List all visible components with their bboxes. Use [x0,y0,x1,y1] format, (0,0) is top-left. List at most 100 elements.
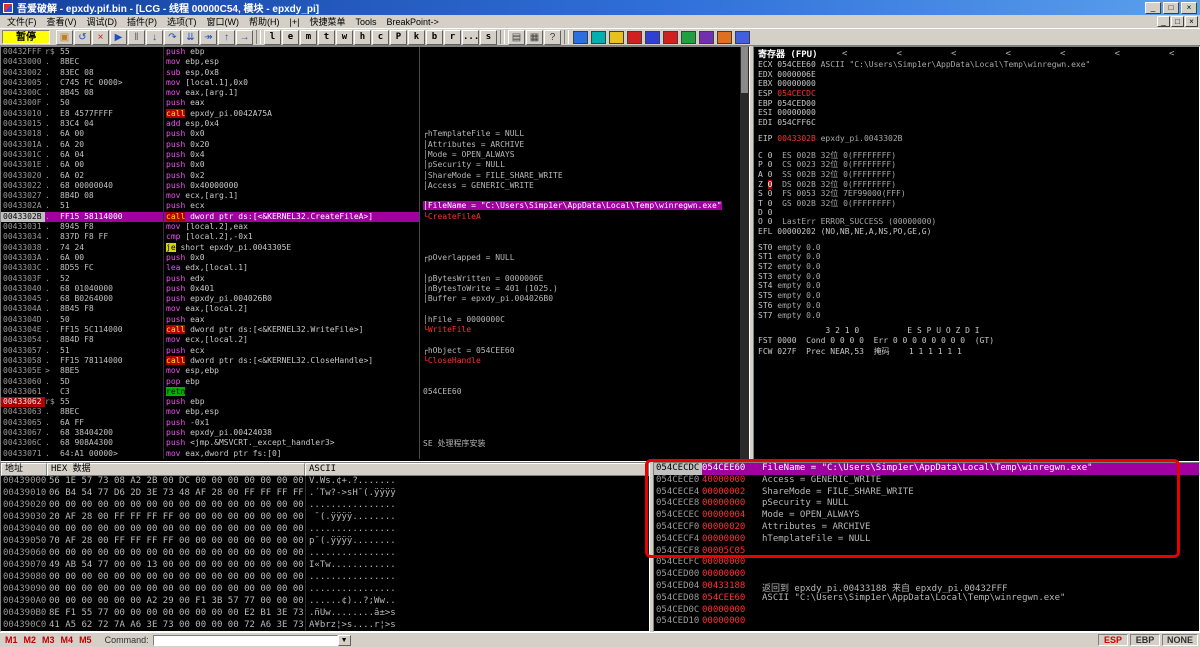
stack-pane[interactable]: 054CECDC 054CEE60 FileName = "C:\Users\Sim… [653,462,1200,632]
disasm-row[interactable]: 00433038. 74 24 je short epxdy_pi.0043305E [1,242,749,253]
register-history-button-0[interactable]: < [842,49,847,59]
letter-button-5[interactable]: h [354,29,371,45]
disasm-row[interactable]: 0043303F. 52 push edx │pBytesWritten = 0000… [1,273,749,284]
disasm-row[interactable]: 00433057. 51 push ecx ┌hObject = 054CEE60 [1,345,749,356]
letter-button-10[interactable]: r [444,29,461,45]
letter-button-8[interactable]: k [408,29,425,45]
menu-item-2[interactable]: 调试(D) [82,15,123,28]
disasm-row[interactable]: 00433002. 83EC 08 sub esp,0x8 [1,67,749,78]
step-over-icon[interactable]: ↷ [164,29,181,45]
stack-row[interactable]: 054CED04 00433188 返回到 epxdy_pi.00433188 来自… [654,581,1199,593]
plugin-icon-9[interactable] [717,30,732,44]
dump-row[interactable]: 00439050 70 AF 28 00 FF FF FF FF 00 00 00… [1,536,649,548]
dump-row[interactable]: 00439020 00 00 00 00 00 00 00 00 00 00 00… [1,500,649,512]
command-input[interactable] [152,634,338,646]
disasm-row[interactable]: 00433071. 64:A1 00000> mov eax,dword ptr f… [1,448,749,459]
flag-row-p[interactable]: P 0 CS 0023 32位 0(FFFFFFFF) [754,159,1199,169]
memory-dump-pane[interactable]: 地址 HEX 数据 ASCII 00439000 56 1E 57 73 08 A… [0,462,650,632]
disasm-row[interactable]: 00433018. 6A 00 push 0x0 ┌hTemplateFile = N… [1,129,749,140]
register-row-edi[interactable]: EDI 054CFF6C [754,118,1199,128]
disasm-row[interactable]: 00433061. C3 retn 054CEE60 [1,386,749,398]
disasm-row[interactable]: 0043302A. 51 push ecx │FileName = "C:\Users… [1,201,749,212]
disasm-row[interactable]: 00433045. 68 B0264000 push epxdy_pi.004026… [1,294,749,305]
letter-button-4[interactable]: w [336,29,353,45]
stack-row[interactable]: 054CECE4 00000002 ShareMode = FILE_SHARE_W… [654,487,1199,499]
dump-row[interactable]: 00439060 00 00 00 00 00 00 00 00 00 00 00… [1,548,649,560]
fpu-row-st6[interactable]: ST6 empty 0.0 [754,301,1199,311]
dump-row[interactable]: 00439040 00 00 00 00 00 00 00 00 00 00 00… [1,524,649,536]
menu-item-10[interactable]: BreakPoint-> [381,17,443,27]
plugin-icon-5[interactable] [645,30,660,44]
register-history-button-5[interactable]: < [1114,49,1119,59]
fpu-row-st4[interactable]: ST4 empty 0.0 [754,281,1199,291]
disasm-row[interactable]: 00433020. 6A 02 push 0x2 │ShareMode = FILE_… [1,170,749,181]
animate-into-icon[interactable]: ⇊ [182,29,199,45]
appearance-icon[interactable]: ▦ [526,29,543,45]
stack-row[interactable]: 054CECEC 00000004 Mode = OPEN_ALWAYS [654,510,1199,522]
pause-icon[interactable]: ‖ [128,29,145,45]
stack-row[interactable]: 054CED0C 00000000 [654,605,1199,617]
disasm-row[interactable]: 00433005. C745 FC 0000> mov [local.1],0x0 [1,77,749,89]
run-icon[interactable]: ▶ [110,29,127,45]
disasm-row[interactable]: 0043302B. FF15 58114000 call dword ptr ds:… [1,211,749,223]
mdi-minimize-button[interactable]: _ [1157,16,1170,27]
stack-row[interactable]: 054CECF8 00005C05 [654,546,1199,558]
memory-tab-m4[interactable]: M4 [58,635,77,645]
letter-button-6[interactable]: c [372,29,389,45]
disasm-scrollbar-thumb[interactable] [741,47,748,93]
menu-item-7[interactable]: |+| [285,17,305,27]
disasm-row[interactable]: 00433015. 83C4 04 add esp,0x4 [1,119,749,130]
register-history-button-4[interactable]: < [1060,49,1065,59]
letter-button-9[interactable]: b [426,29,443,45]
disasm-row[interactable]: 0043305E >8BE5 mov esp,ebp [1,366,749,377]
stack-row[interactable]: 054CECF4 00000000 hTemplateFile = NULL [654,534,1199,546]
flag-row-c[interactable]: C 0 ES 002B 32位 0(FFFFFFFF) [754,150,1199,160]
stack-row[interactable]: 054CECDC 054CEE60 FileName = "C:\Users\Sim… [654,463,1199,475]
register-history-button-2[interactable]: < [951,49,956,59]
disasm-row[interactable]: 00433063. 8BEC mov ebp,esp [1,407,749,418]
fpu-row-st0[interactable]: ST0 empty 0.0 [754,243,1199,253]
stack-row[interactable]: 054CED00 00000000 [654,569,1199,581]
fpu-row-st7[interactable]: ST7 empty 0.0 [754,311,1199,321]
efl-row[interactable]: EFL 00000202 (NO,NB,NE,A,NS,PO,GE,G) [754,227,1199,237]
fpu-row-st1[interactable]: ST1 empty 0.0 [754,252,1199,262]
mdi-close-button[interactable]: × [1185,16,1198,27]
menu-item-5[interactable]: 窗口(W) [202,15,245,28]
dump-row[interactable]: 004390A0 00 00 00 00 00 00 A2 29 00 F1 3B… [1,596,649,608]
disasm-row[interactable]: 00433034. 837D F8 FF cmp [local.2],-0x1 [1,232,749,243]
help-icon[interactable]: ? [544,29,561,45]
animate-over-icon[interactable]: ↠ [200,29,217,45]
fpu-bits-header[interactable]: 3 2 1 0 E S P U O Z D I [754,326,1199,336]
disasm-row[interactable]: 0043304E. FF15 5C114000 call dword ptr ds:… [1,325,749,336]
dump-row[interactable]: 004390B0 8E F1 55 77 00 00 00 00 00 00 00… [1,608,649,620]
disasm-row[interactable]: 0043304A. 8B45 F8 mov eax,[local.2] [1,304,749,315]
plugin-icon-7[interactable] [681,30,696,44]
disasm-row[interactable]: 00433000. 8BEC mov ebp,esp [1,57,749,68]
command-dropdown-button[interactable]: ▼ [337,634,351,646]
plugin-icon-6[interactable] [663,30,678,44]
dump-row[interactable]: 004390C0 41 A5 62 72 7A A6 3E 73 00 00 00… [1,620,649,631]
disasm-row[interactable]: 00433062 r$ 55 push ebp [1,397,749,408]
disasm-row[interactable]: 00433031. 8945 F8 mov [local.2],eax [1,222,749,233]
disasm-row[interactable]: 00433027. 8B4D 08 mov ecx,[arg.1] [1,191,749,202]
plugin-icon-10[interactable] [735,30,750,44]
letter-button-0[interactable]: l [264,29,281,45]
letter-button-11[interactable]: ... [462,29,479,45]
register-history-button-3[interactable]: < [1006,49,1011,59]
close-button[interactable]: × [1181,1,1197,14]
close-icon[interactable]: × [92,29,109,45]
register-row-edx[interactable]: EDX 0000006E [754,70,1199,80]
flag-row-t[interactable]: T 0 GS 002B 32位 0(FFFFFFFF) [754,198,1199,208]
until-return-icon[interactable]: ↑ [218,29,235,45]
disasm-row[interactable]: 0043301A. 6A 20 push 0x20 │Attributes = ARC… [1,139,749,150]
stack-row[interactable]: 054CED08 054CEE60 ASCII "C:\Users\Simp1er\… [654,593,1199,605]
dump-row[interactable]: 00439000 56 1E 57 73 08 A2 2B 00 DC 00 00… [1,476,649,488]
disasm-row[interactable]: 00433060. 5D pop ebp [1,376,749,387]
menu-item-1[interactable]: 查看(V) [42,15,82,28]
flag-row-d[interactable]: D 0 [754,208,1199,218]
stack-row[interactable]: 054CECE8 00000000 pSecurity = NULL [654,498,1199,510]
fcw-row[interactable]: FCW 027F Prec NEAR,53 掩码 1 1 1 1 1 1 [754,346,1199,356]
register-history-button-1[interactable]: < [897,49,902,59]
fpu-row-st2[interactable]: ST2 empty 0.0 [754,262,1199,272]
goto-icon[interactable]: → [236,29,253,45]
